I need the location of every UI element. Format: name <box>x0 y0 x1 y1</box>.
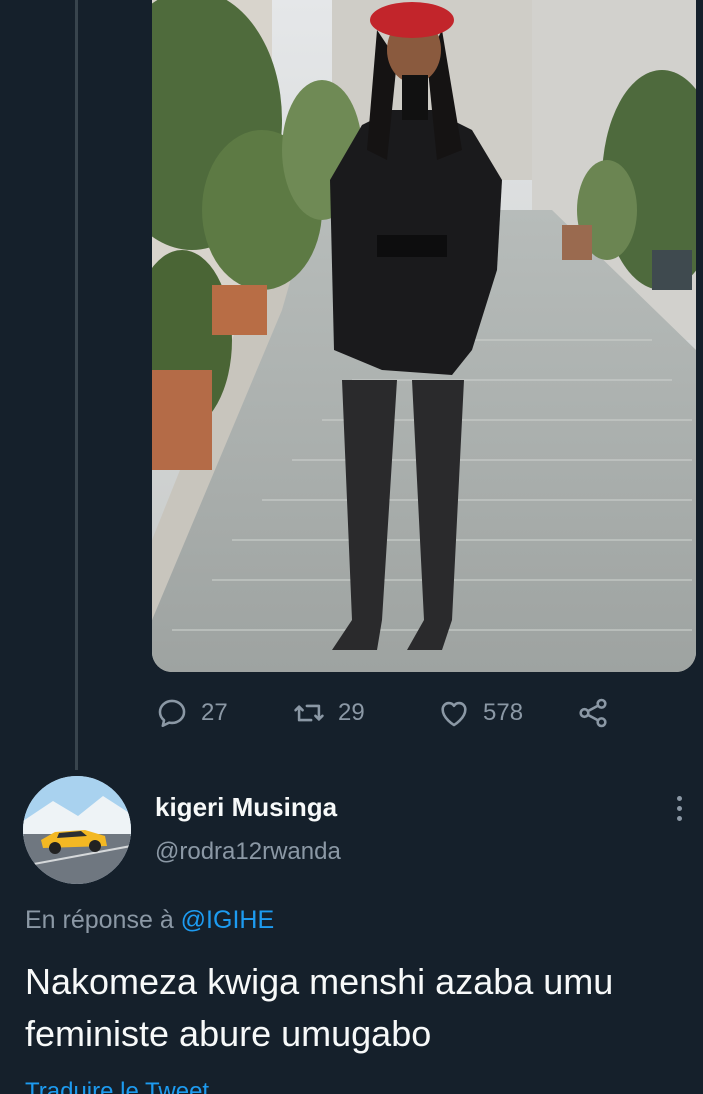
avatar[interactable] <box>23 776 131 884</box>
translate-tweet-link[interactable]: Traduire le Tweet <box>25 1078 209 1094</box>
like-button[interactable]: 578 <box>437 690 523 736</box>
reply-icon <box>158 699 186 728</box>
more-vertical-icon <box>676 795 682 801</box>
in-reply-to-prefix: En réponse à <box>25 906 174 934</box>
tweet-actions-bar: 27 29 578 <box>155 690 625 736</box>
retweet-icon <box>294 704 324 722</box>
share-button[interactable] <box>576 690 610 736</box>
thread-connector-line <box>75 0 78 770</box>
share-icon <box>579 698 607 728</box>
more-vertical-icon <box>676 815 682 821</box>
photo-street-woman <box>152 0 696 672</box>
reply-button[interactable]: 27 <box>155 690 228 736</box>
heart-icon <box>441 701 467 727</box>
reply-author-handle[interactable]: @rodra12rwanda <box>155 838 341 866</box>
like-count: 578 <box>483 699 524 726</box>
retweet-count: 29 <box>338 699 365 726</box>
tweet-photo[interactable] <box>152 0 696 672</box>
reply-tweet-text: Nakomeza kwiga menshi azaba umu feminist… <box>25 961 614 1054</box>
retweet-button[interactable]: 29 <box>292 690 365 736</box>
reply-author-name[interactable]: kigeri Musinga <box>155 792 337 823</box>
in-reply-to-line: En réponse à @IGIHE <box>25 906 274 935</box>
reply-count: 27 <box>201 699 228 726</box>
more-vertical-icon <box>676 805 682 811</box>
avatar-car-image <box>23 776 131 884</box>
tweet-thread: 27 29 578 kigeri Musinga @rodra12rwanda … <box>0 0 703 1094</box>
in-reply-to-mention[interactable]: @IGIHE <box>181 906 274 934</box>
more-options-button[interactable] <box>664 786 694 830</box>
